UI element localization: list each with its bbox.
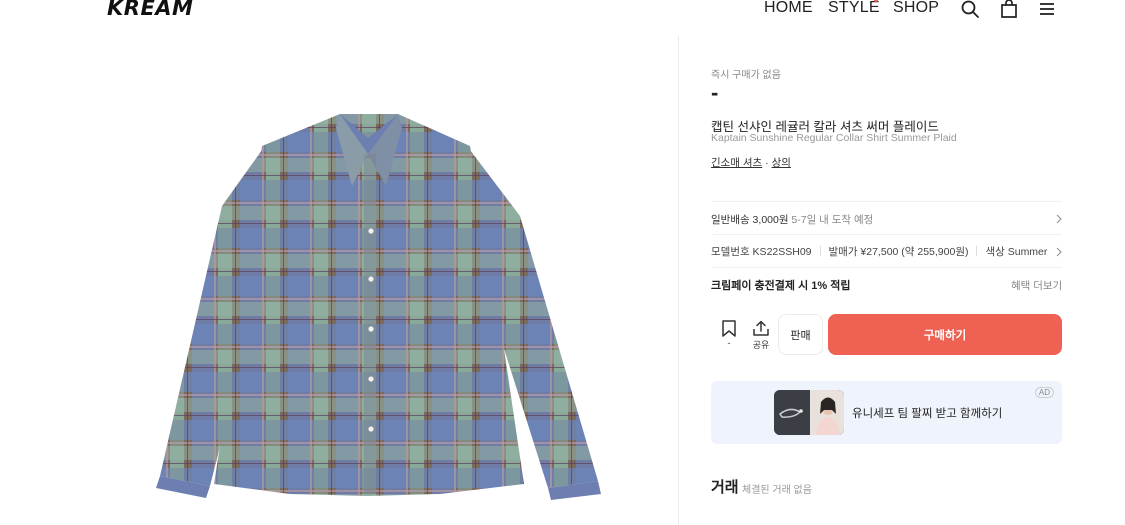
top-header: KREAM HOME STYLE SHOP	[0, 0, 1125, 24]
share-button[interactable]: 공유	[749, 318, 773, 352]
column-divider	[678, 36, 679, 525]
wish-count: -	[727, 338, 731, 348]
kream-pay-promo: 크림페이 충전결제 시 1% 적립	[711, 280, 851, 292]
unicef-ad-banner[interactable]: AD 유니세프 팀 팔찌 받고 함께하기	[711, 381, 1062, 444]
chevron-right-icon[interactable]	[1054, 214, 1064, 224]
nav-style[interactable]: STYLE	[828, 0, 880, 17]
chevron-right-icon[interactable]	[1054, 247, 1064, 257]
banner-image	[774, 390, 844, 435]
shipping-info[interactable]: 일반배송 3,000원 5-7일 내 도착 예정	[711, 212, 873, 227]
shipping-fee: 일반배송 3,000원	[711, 214, 789, 226]
category-link-long-sleeve-shirt[interactable]: 긴소매 셔츠	[711, 157, 762, 169]
model-number: 모델번호 KS22SSH09	[711, 246, 812, 258]
category-breadcrumb: 긴소매 셔츠 · 상의	[711, 155, 791, 170]
wishlist-button[interactable]: -	[716, 318, 742, 352]
bookmark-icon	[722, 320, 736, 337]
divider	[711, 267, 1062, 268]
price-value: -	[711, 80, 719, 105]
nav-shop[interactable]: SHOP	[893, 0, 939, 17]
trade-empty-message: 체결된 거래 없음	[742, 485, 812, 496]
shipping-eta: 5-7일 내 도착 예정	[788, 214, 874, 226]
plaid-shirt-image	[156, 114, 601, 500]
nav-home[interactable]: HOME	[764, 0, 813, 17]
shopping-bag-icon[interactable]	[998, 0, 1020, 20]
trade-section-title: 거래	[711, 479, 739, 496]
buy-button[interactable]: 구매하기	[828, 314, 1062, 355]
benefit-more-link[interactable]: 혜택 더보기	[1011, 278, 1062, 293]
product-info-row: 모델번호 KS22SSH09 발매가 ¥27,500 (약 255,900원) 색상…	[711, 244, 1051, 259]
category-link-top[interactable]: 상의	[772, 157, 791, 169]
product-image[interactable]	[0, 36, 678, 525]
search-icon[interactable]	[959, 0, 981, 20]
share-icon	[753, 320, 769, 336]
product-title-english: Kaptain Sunshine Regular Collar Shirt Su…	[711, 132, 957, 144]
banner-text: 유니세프 팀 팔찌 받고 함께하기	[852, 408, 1003, 420]
divider	[711, 234, 1062, 235]
release-price: 발매가 ¥27,500 (약 255,900원)	[828, 246, 969, 258]
sell-button[interactable]: 판매	[778, 314, 823, 355]
color-info: 색상 Summer Plaid	[985, 246, 1051, 258]
instant-buy-label: 즉시 구매가 없음	[711, 70, 781, 81]
divider	[711, 201, 1062, 202]
ad-badge: AD	[1034, 387, 1054, 398]
category-separator: ·	[762, 157, 772, 169]
hamburger-menu-icon[interactable]	[1036, 0, 1058, 20]
share-label: 공유	[752, 340, 770, 350]
kream-logo[interactable]: KREAM	[107, 0, 193, 20]
